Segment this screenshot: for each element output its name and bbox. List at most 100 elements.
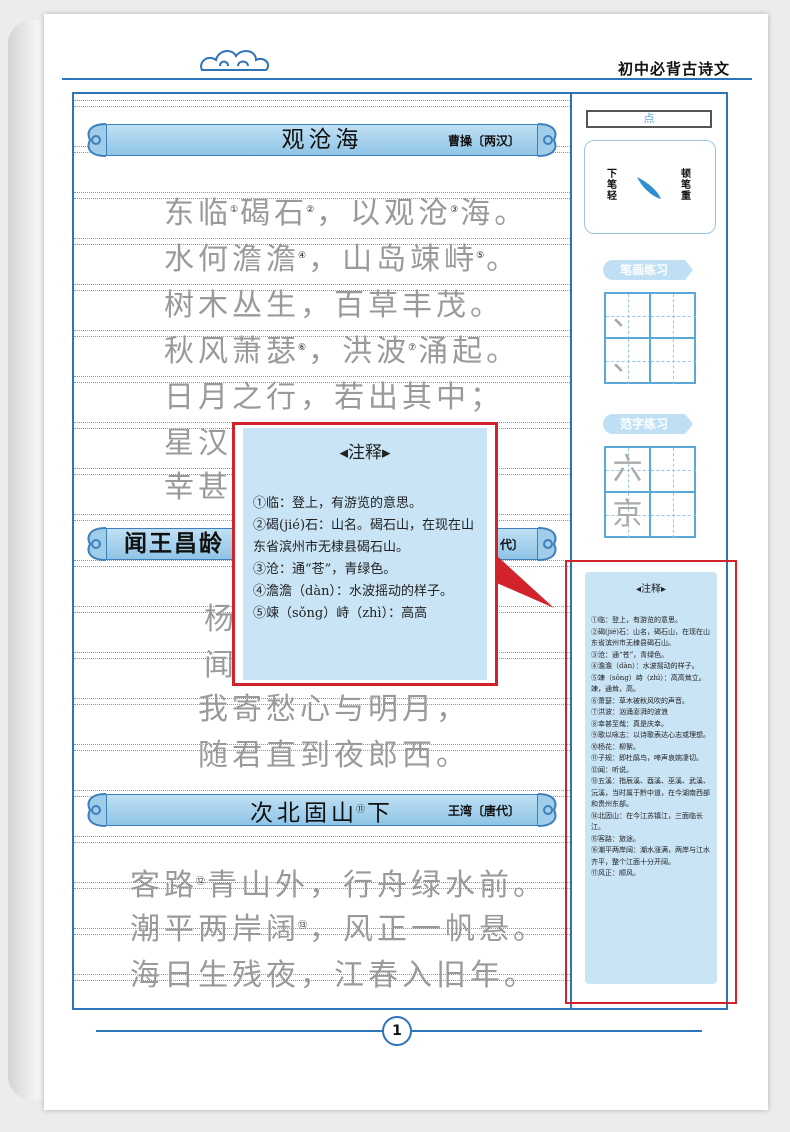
poem-text: 我寄愁心与明月， xyxy=(198,692,470,727)
practice-char: 六 xyxy=(612,452,643,487)
footer-rule-right xyxy=(412,1030,702,1032)
note-entry: ⑩杨花：柳絮。 xyxy=(591,742,640,751)
poem-line: 我寄愁心与明月， xyxy=(198,684,470,728)
note-entry: ⑧幸甚至哉：真是庆幸。 xyxy=(591,719,668,728)
note-entry: ⑮客路：旅途。 xyxy=(591,834,640,843)
poem-line: 树木丛生，百草丰茂。 xyxy=(164,280,504,324)
ruled-line xyxy=(74,836,570,838)
practice-char: 、 xyxy=(612,298,643,333)
page-number: 1 xyxy=(382,1016,412,1046)
poem-text: 树木丛生，百草丰茂。 xyxy=(164,288,504,323)
notes-zoom-popup: ◂注释▸ ①临：登上，有游览的意思。 ②碣(jié)石：山名。碣石山，在现在山东省… xyxy=(232,422,498,686)
poem-line: 水何澹澹④，山岛竦峙⑤。 xyxy=(164,234,520,278)
notes-panel: ◂注释▸ ①临：登上，有游览的意思。 ②碣(jié)石：山名，碣石山，在现在山东省… xyxy=(585,572,717,984)
popup-panel: ◂注释▸ ①临：登上，有游览的意思。 ②碣(jié)石：山名。碣石山，在现在山东省… xyxy=(243,428,487,680)
poem-author: 曹操〔两汉〕 xyxy=(447,134,520,148)
note-entry: ①临：登上，有游览的意思。 xyxy=(591,616,682,624)
stroke-right-label: 顿笔重 xyxy=(681,169,691,202)
grid-cell xyxy=(650,492,696,538)
note-entry: ②碣(jié)石：山名。碣石山，在现在山东省滨州市无棣县碣石山。 xyxy=(253,518,475,555)
poem-text: 。 xyxy=(486,242,521,277)
note-entry: ⑦洪波：汹涌澎湃的波浪 xyxy=(591,708,668,716)
practice-char xyxy=(650,293,695,338)
note-entry: ⑤竦（sǒng）峙（zhì）：高高耸立。竦，通耸，高。 xyxy=(591,673,706,694)
book-title: 初中必背古诗文 xyxy=(617,60,730,78)
poem-text: ，风正一帆悬。 xyxy=(309,912,548,947)
poem-text: 下 xyxy=(367,800,394,827)
practice-char xyxy=(650,447,695,492)
note-entry: ⑫闻：听说。 xyxy=(591,765,633,774)
notes-highlight-frame: ◂注释▸ ①临：登上，有游览的意思。 ②碣(jié)石：山名，碣石山，在现在山东省… xyxy=(565,560,737,1004)
poem-text: 青山外，行舟绿水前。 xyxy=(207,868,548,903)
note-entry: ⑯潮平两岸阔：潮水涨满，两岸与江水齐平，整个江面十分开阔。 xyxy=(591,846,710,866)
poem-text: 涌起。 xyxy=(418,334,521,369)
practice-char: 、 xyxy=(612,343,643,378)
tag-tip xyxy=(685,414,693,434)
grid-cell: 、 xyxy=(605,293,651,339)
poem-text: 随君直到夜郎西。 xyxy=(198,738,470,773)
ruled-line xyxy=(74,100,570,102)
grid-cell xyxy=(650,338,696,384)
note-entry: ⑬五溪：指辰溪、酉溪、巫溪、武溪、沅溪，当时属于黔中道，在今湖南西部和贵州东部。 xyxy=(591,777,710,808)
poem-line: 潮平两岸阔⑬，风正一帆悬。 xyxy=(130,904,547,948)
header-rule xyxy=(62,78,752,80)
poem-text: ，洪波 xyxy=(308,334,411,369)
stroke-left-label: 下笔轻 xyxy=(607,169,617,202)
poem-line: 海日生残夜，江春入旧年。 xyxy=(130,950,538,994)
grid-cell xyxy=(650,293,696,339)
poem-text: 东临 xyxy=(164,196,232,231)
popup-body: ①临：登上，有游览的意思。 ②碣(jié)石：山名。碣石山，在现在山东省滨州市无棣… xyxy=(243,493,487,625)
note-entry: ②碣(jié)石：山名，碣石山，在现在山东省滨州市无棣县碣石山。 xyxy=(591,627,711,648)
note-entry: ③沧：通“苍”，青绿色。 xyxy=(591,650,669,659)
note-entry: ⑤竦（sǒng）峙（zhì）：高高 xyxy=(253,606,428,621)
poem-line: 东临①碣石②，以观沧③海。 xyxy=(164,188,528,232)
grid-cell: 六 xyxy=(605,447,651,493)
poem-title-banner-1: 观沧海 曹操〔两汉〕 xyxy=(84,118,560,162)
stroke-practice-label: 笔画练习 xyxy=(603,260,685,280)
stroke-name-box: 点 xyxy=(586,110,712,128)
stroke-practice-tag: 笔画练习 xyxy=(603,260,693,280)
poem-text: 星汉 xyxy=(164,426,232,461)
stroke-practice-grid: 、、 xyxy=(604,292,696,384)
notes-body: ①临：登上，有游览的意思。 ②碣(jié)石：山名，碣石山，在现在山东省滨州市无棣… xyxy=(585,611,717,884)
popup-title: ◂注释▸ xyxy=(339,443,391,463)
practice-char xyxy=(650,338,695,383)
poem-line: 客路⑫青山外，行舟绿水前。 xyxy=(130,860,547,904)
note-entry: ⑭北固山：在今江苏镇江，三面临长江。 xyxy=(591,811,703,832)
practice-char xyxy=(650,492,695,537)
dot-stroke-icon xyxy=(637,177,661,199)
note-entry: ④澹澹（dàn）：水波摇动的样子。 xyxy=(253,584,453,599)
poem-line: 随君直到夜郎西。 xyxy=(198,730,470,774)
footer-rule-left xyxy=(96,1030,382,1032)
poem-line: 日月之行，若出其中； xyxy=(164,372,504,416)
note-entry: ⑰风正：顺风。 xyxy=(591,869,640,877)
char-practice-tag: 范字练习 xyxy=(603,414,693,434)
poem-text: 日月之行，若出其中； xyxy=(164,380,504,415)
note-entry: ④澹澹（dàn）：水波摇动的样子。 xyxy=(591,662,699,670)
poem-text: 客路 xyxy=(130,868,198,903)
poem-author: 王湾〔唐代〕 xyxy=(447,804,520,818)
grid-cell: 京 xyxy=(605,492,651,538)
poem-text: ，以观沧 xyxy=(316,196,453,231)
poem-line: 星汉 xyxy=(164,418,232,462)
tag-tip xyxy=(685,260,693,280)
char-practice-label: 范字练习 xyxy=(603,414,685,434)
poem-line: 秋风萧瑟⑥，洪波⑦涌起。 xyxy=(164,326,520,370)
poem-line: 幸甚 xyxy=(164,462,232,506)
poem-text: 水何澹澹 xyxy=(164,242,300,277)
ruled-line xyxy=(74,842,570,844)
poem-title-banner-3: 次北固山⑪下 王湾〔唐代〕 xyxy=(84,788,560,832)
poem-text: 碣石 xyxy=(240,196,309,231)
cloud-ornament-icon xyxy=(200,50,270,71)
practice-char: 京 xyxy=(612,497,643,532)
poem-text: 海日生残夜，江春入旧年。 xyxy=(130,958,538,993)
grid-cell: 、 xyxy=(605,338,651,384)
char-practice-grid: 六京 xyxy=(604,446,696,538)
note-entry: ⑨歌以咏志：以诗歌表达心志或理想。 xyxy=(591,731,710,739)
note-entry: ⑪子规：即杜鹃鸟，啼声哀婉凄切。 xyxy=(591,754,703,762)
note-entry: ③沧：通“苍”，青绿色。 xyxy=(253,562,397,577)
poem-text: 海。 xyxy=(460,196,529,231)
notes-title: ◂注释▸ xyxy=(635,584,667,595)
grid-cell xyxy=(650,447,696,493)
stroke-demo-card: 下笔轻 顿笔重 xyxy=(584,140,716,234)
